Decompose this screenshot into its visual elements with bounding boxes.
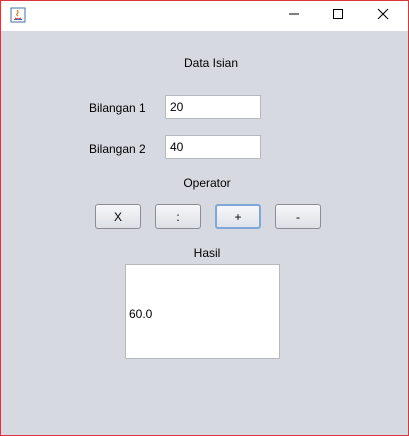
result-label: Hasil [193,246,221,260]
bilangan1-label: Bilangan 1 [89,101,146,115]
bilangan1-input[interactable] [165,95,261,119]
java-app-icon [10,7,26,23]
minimize-button[interactable] [271,1,317,31]
minimize-icon [288,7,300,25]
operator-label: Operator [183,176,231,190]
add-button[interactable]: + [215,204,261,229]
close-icon [377,7,389,25]
divide-button[interactable]: : [155,204,201,229]
close-button[interactable] [360,1,406,31]
maximize-button[interactable] [315,1,361,31]
bilangan2-label: Bilangan 2 [89,142,146,156]
app-window: Data Isian Bilangan 1 Bilangan 2 Operato… [0,0,409,436]
result-textarea[interactable]: 60.0 [125,264,280,359]
bilangan2-input[interactable] [165,135,261,159]
multiply-button[interactable]: X [95,204,141,229]
result-value: 60.0 [129,307,153,321]
maximize-icon [332,7,344,25]
subtract-button[interactable]: - [275,204,321,229]
form-heading: Data Isian [183,56,239,70]
title-bar[interactable] [1,1,408,31]
